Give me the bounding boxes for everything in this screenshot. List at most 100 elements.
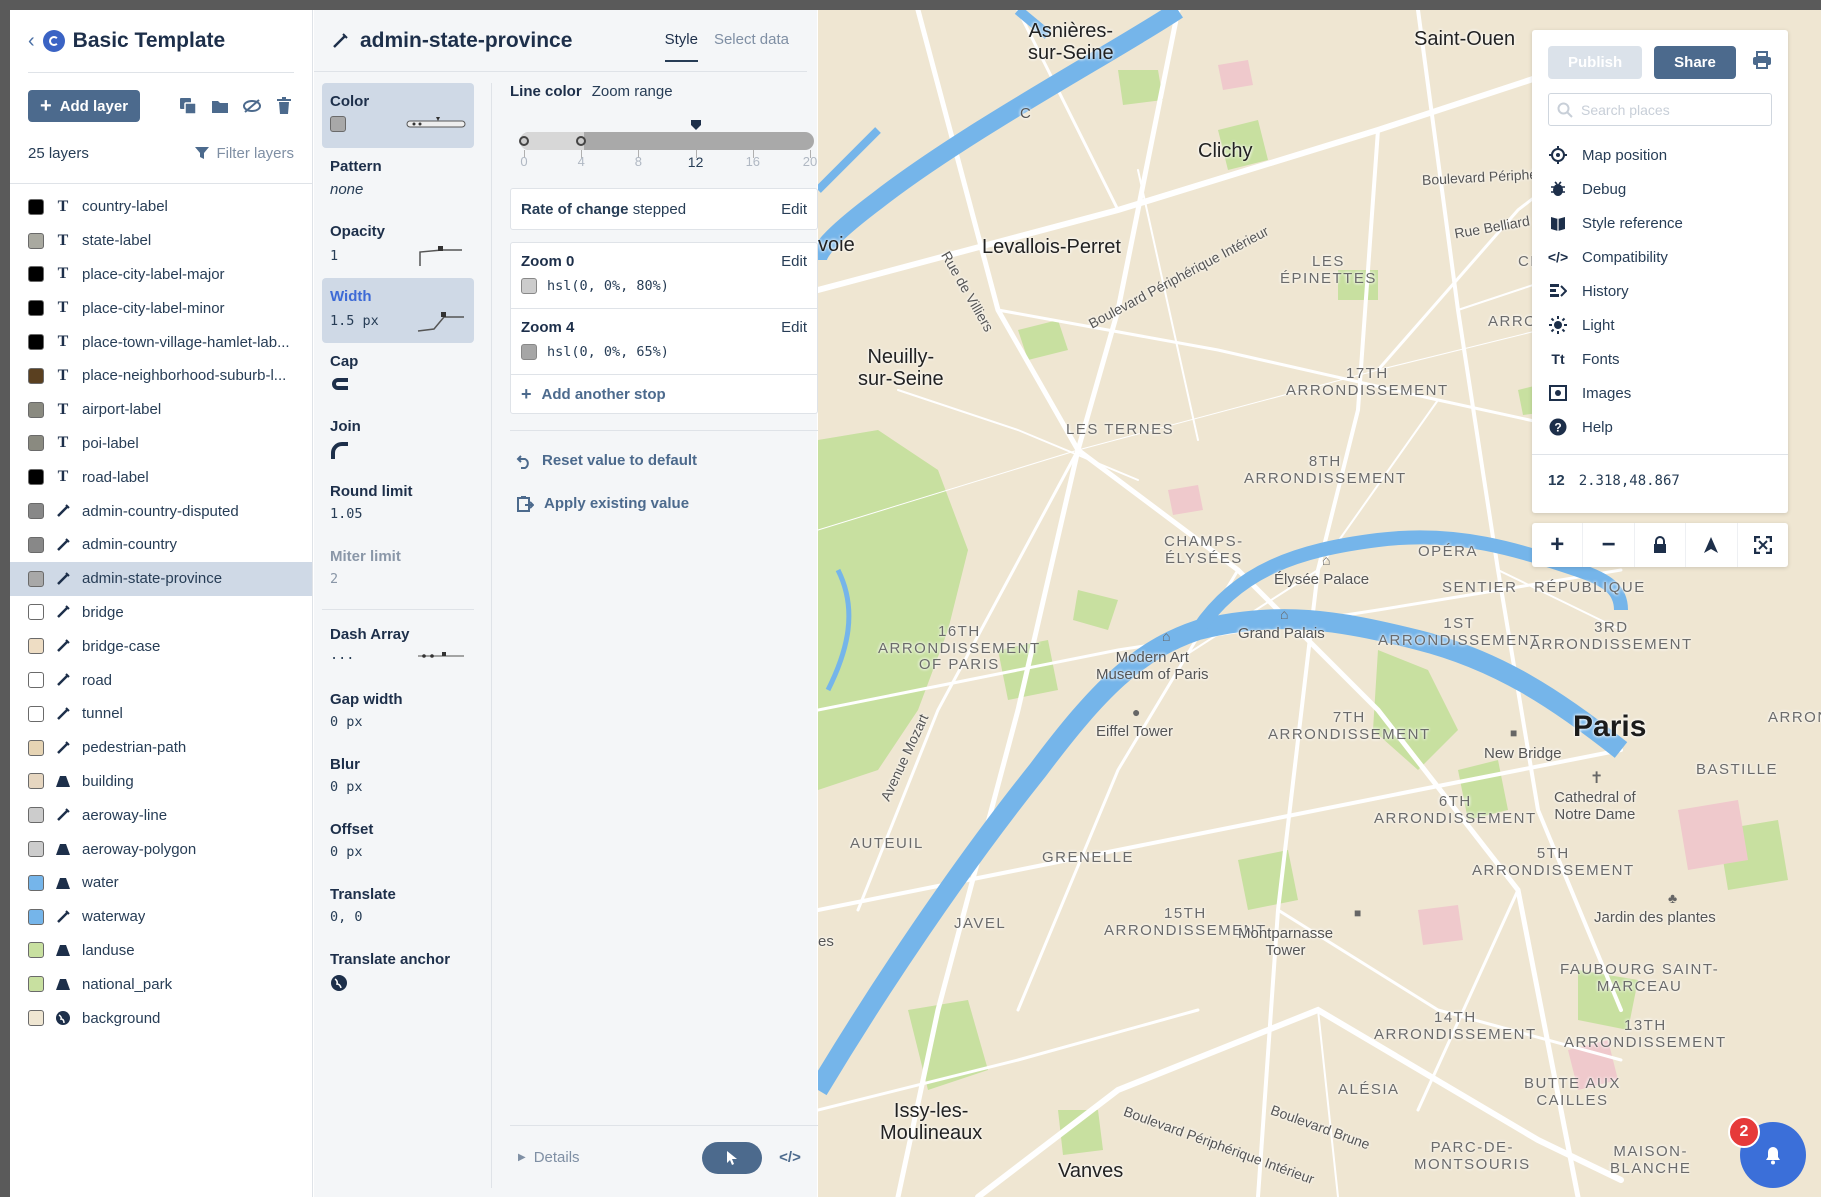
hide-icon[interactable] — [242, 96, 262, 116]
map-menu-item[interactable]: Debug — [1532, 172, 1788, 206]
layer-color-swatch[interactable] — [28, 1010, 44, 1027]
apply-existing-value-button[interactable]: Apply existing value — [510, 482, 818, 525]
layer-color-swatch[interactable] — [28, 739, 44, 756]
map-menu-item[interactable]: History — [1532, 274, 1788, 308]
layer-item[interactable]: road — [10, 663, 312, 697]
trash-icon[interactable] — [274, 96, 294, 116]
layer-color-swatch[interactable] — [28, 401, 44, 418]
layer-color-swatch[interactable] — [28, 198, 44, 215]
layer-color-swatch[interactable] — [28, 908, 44, 925]
chevron-left-icon[interactable]: ‹ — [28, 31, 35, 51]
layer-item[interactable]: Tcountry-label — [10, 190, 312, 224]
layer-color-swatch[interactable] — [28, 773, 44, 790]
layer-color-swatch[interactable] — [28, 841, 44, 858]
layer-item[interactable]: bridge — [10, 596, 312, 630]
layer-item[interactable]: national_park — [10, 967, 312, 1001]
layer-item[interactable]: Tplace-city-label-major — [10, 258, 312, 292]
map-coordinates[interactable]: 2.318,48.867 — [1579, 473, 1680, 489]
layer-item[interactable]: Tpoi-label — [10, 427, 312, 461]
layer-item[interactable]: aeroway-polygon — [10, 832, 312, 866]
layer-item[interactable]: Tairport-label — [10, 393, 312, 427]
code-mode-button[interactable]: </> — [770, 1142, 810, 1174]
property-color[interactable]: Color — [322, 83, 474, 148]
layer-color-swatch[interactable] — [28, 672, 44, 689]
layer-color-swatch[interactable] — [28, 266, 44, 283]
add-layer-button[interactable]: + Add layer — [28, 90, 141, 122]
stop-color-swatch[interactable] — [521, 278, 537, 294]
layer-color-swatch[interactable] — [28, 874, 44, 891]
layer-item[interactable]: waterway — [10, 900, 312, 934]
zoom-range-slider[interactable]: 04812162012 — [510, 118, 818, 178]
share-button[interactable]: Share — [1654, 46, 1736, 79]
map-menu-item[interactable]: </> Compatibility — [1532, 240, 1788, 274]
lock-button[interactable] — [1635, 523, 1687, 567]
layer-color-swatch[interactable] — [28, 469, 44, 486]
layer-color-swatch[interactable] — [28, 807, 44, 824]
layer-color-swatch[interactable] — [28, 300, 44, 317]
filter-layers-button[interactable]: Filter layers — [194, 145, 294, 162]
add-stop-button[interactable]: + Add another stop — [511, 375, 817, 413]
property-cap[interactable]: Cap — [322, 343, 474, 408]
print-icon[interactable] — [1752, 51, 1772, 74]
property-translate-anchor[interactable]: Translate anchor — [322, 941, 474, 1006]
property-pattern[interactable]: Pattern none — [322, 148, 474, 213]
layer-item[interactable]: Tstate-label — [10, 224, 312, 258]
reset-value-button[interactable]: Reset value to default — [510, 439, 818, 482]
layer-item[interactable]: landuse — [10, 934, 312, 968]
layer-item[interactable]: pedestrian-path — [10, 731, 312, 765]
search-places[interactable] — [1548, 93, 1772, 126]
layer-color-swatch[interactable] — [28, 503, 44, 520]
layer-item[interactable]: water — [10, 866, 312, 900]
tab-select-data[interactable]: Select data — [714, 19, 789, 62]
layer-item[interactable]: admin-country — [10, 528, 312, 562]
layer-color-swatch[interactable] — [28, 536, 44, 553]
layer-color-swatch[interactable] — [28, 705, 44, 722]
property-blur[interactable]: Blur 0 px — [322, 746, 474, 811]
property-join[interactable]: Join — [322, 408, 474, 473]
details-toggle[interactable]: ▶ Details — [518, 1149, 580, 1166]
fullscreen-button[interactable] — [1738, 523, 1788, 567]
property-offset[interactable]: Offset 0 px — [322, 811, 474, 876]
map-menu-item[interactable]: Map position — [1532, 138, 1788, 172]
property-miter-limit[interactable]: Miter limit 2 — [322, 538, 474, 603]
layer-color-swatch[interactable] — [28, 976, 44, 993]
edit-stop-button[interactable]: Edit — [781, 319, 807, 336]
search-places-input[interactable] — [1581, 101, 1761, 118]
property-round-limit[interactable]: Round limit 1.05 — [322, 473, 474, 538]
folder-icon[interactable] — [210, 96, 230, 116]
tab-style[interactable]: Style — [664, 19, 698, 62]
layer-color-swatch[interactable] — [28, 367, 44, 384]
layer-item[interactable]: admin-state-province — [10, 561, 312, 596]
stop-color-swatch[interactable] — [521, 344, 537, 360]
map-menu-item[interactable]: Light — [1532, 308, 1788, 342]
property-opacity[interactable]: Opacity 1 — [322, 213, 474, 278]
layer-color-swatch[interactable] — [28, 334, 44, 351]
property-gap-width[interactable]: Gap width 0 px — [322, 681, 474, 746]
publish-button[interactable]: Publish — [1548, 46, 1643, 79]
layer-item[interactable]: Tplace-city-label-minor — [10, 291, 312, 325]
zoom-out-button[interactable]: − — [1583, 523, 1635, 567]
layer-item[interactable]: bridge-case — [10, 629, 312, 663]
layer-item[interactable]: Tplace-town-village-hamlet-lab... — [10, 325, 312, 359]
compass-button[interactable] — [1686, 523, 1738, 567]
duplicate-icon[interactable] — [178, 96, 198, 116]
layer-item[interactable]: Tplace-neighborhood-suburb-l... — [10, 359, 312, 393]
zoom-stop-handle[interactable] — [519, 136, 529, 146]
layer-color-swatch[interactable] — [28, 942, 44, 959]
property-width[interactable]: Width 1.5 px — [322, 278, 474, 343]
pointer-mode-button[interactable] — [702, 1141, 762, 1174]
layer-item[interactable]: Troad-label — [10, 460, 312, 494]
map-menu-item[interactable]: Images — [1532, 376, 1788, 410]
layer-item[interactable]: building — [10, 765, 312, 799]
property-dash-array[interactable]: Dash Array ... — [322, 616, 474, 681]
property-translate[interactable]: Translate 0, 0 — [322, 876, 474, 941]
map-menu-item[interactable]: Style reference — [1532, 206, 1788, 240]
layer-color-swatch[interactable] — [28, 570, 44, 587]
layer-item[interactable]: background — [10, 1001, 312, 1035]
layer-item[interactable]: admin-country-disputed — [10, 494, 312, 528]
stop-value[interactable]: hsl(0, 0%, 80%) — [547, 278, 669, 294]
map-menu-item[interactable]: Tt Fonts — [1532, 342, 1788, 376]
layer-item[interactable]: tunnel — [10, 697, 312, 731]
layer-color-swatch[interactable] — [28, 435, 44, 452]
layer-title[interactable]: admin-state-province — [360, 29, 572, 53]
